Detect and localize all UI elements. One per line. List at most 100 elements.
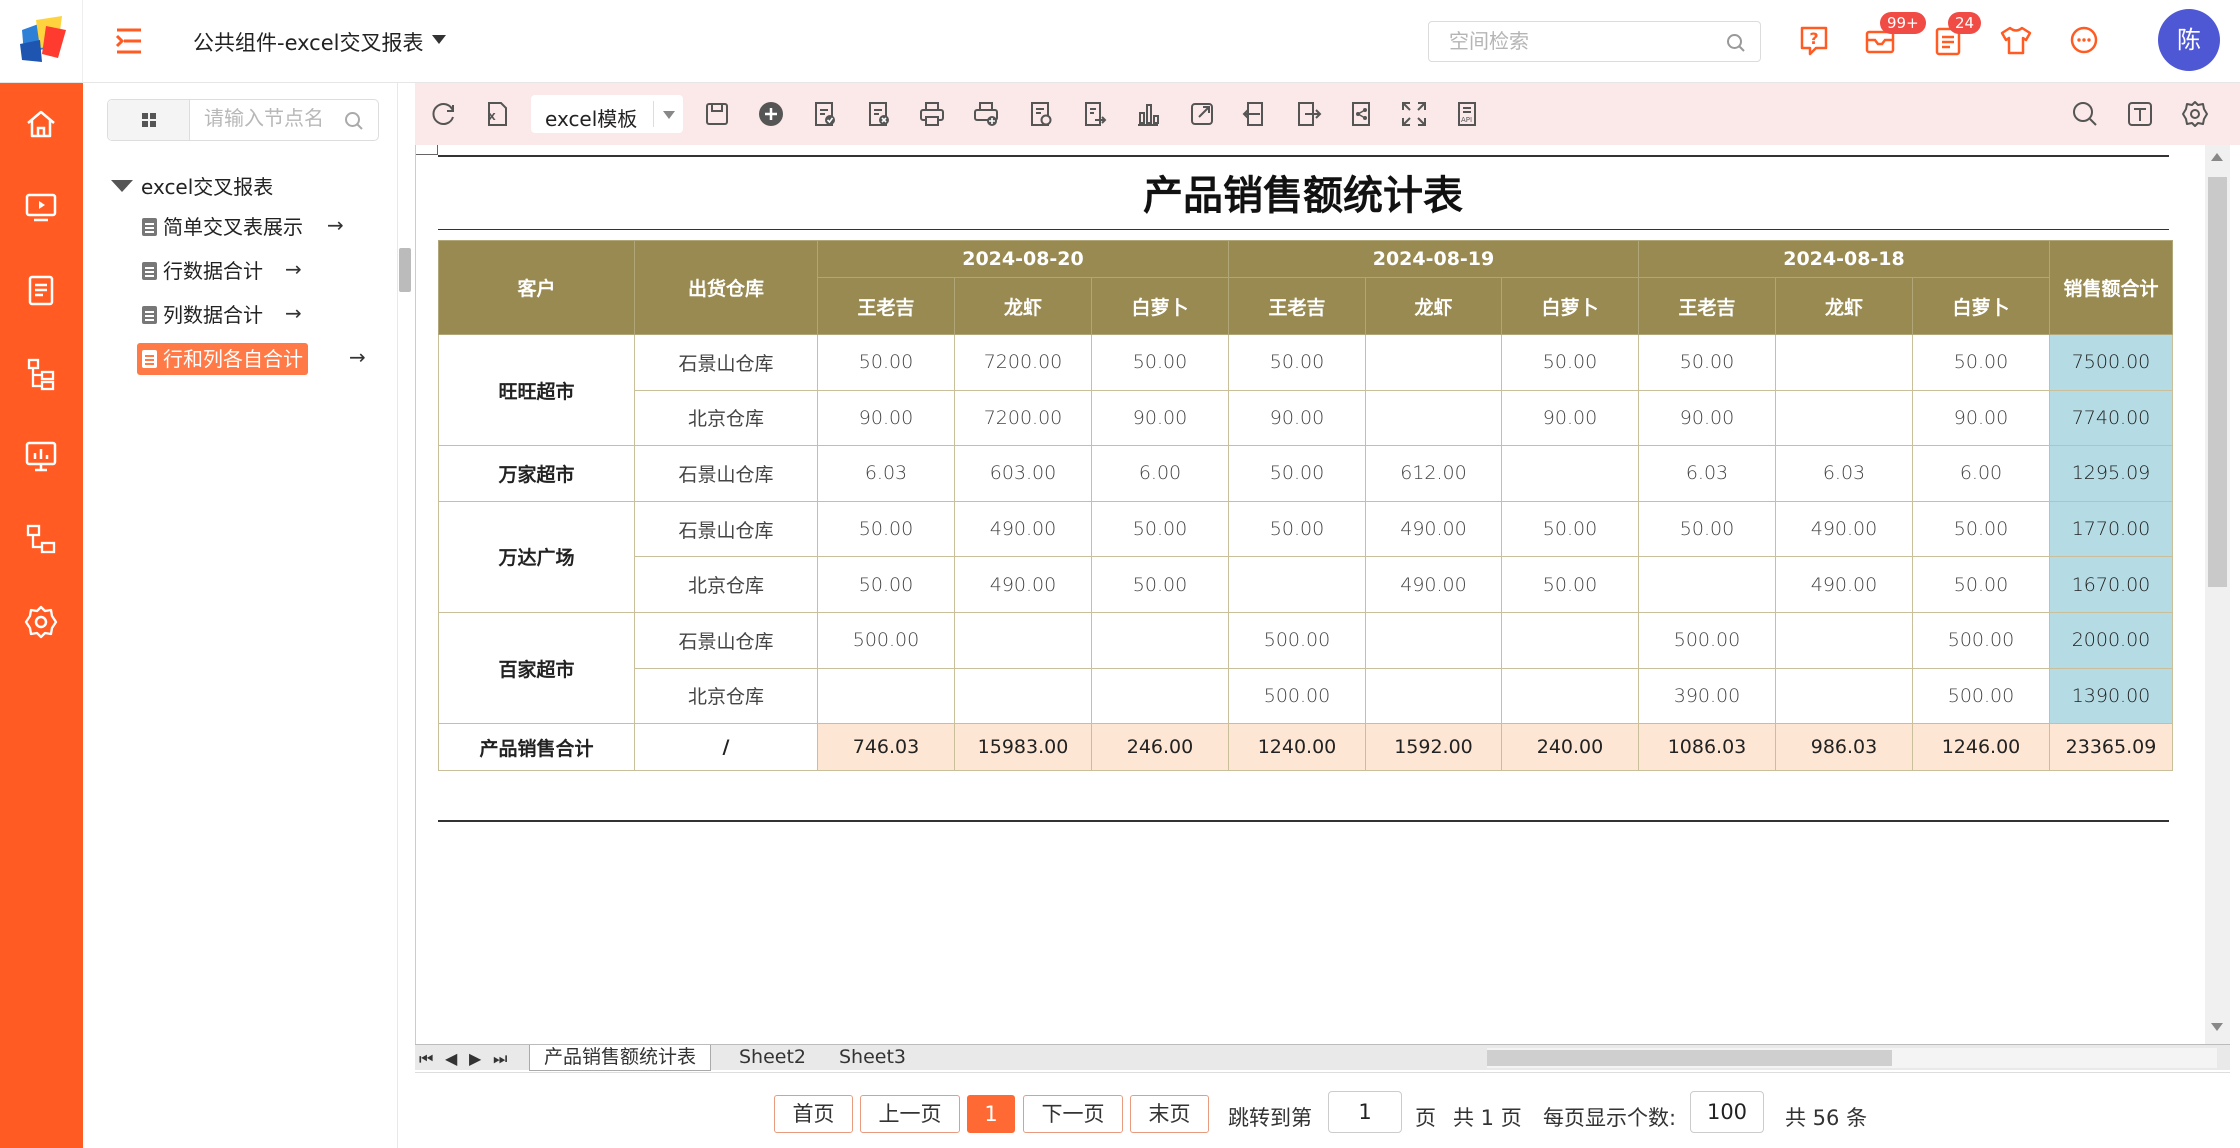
value-cell[interactable]: 6.03 <box>1775 445 1913 502</box>
header-customer[interactable]: 客户 <box>438 240 635 335</box>
value-cell[interactable]: 603.00 <box>954 445 1092 502</box>
value-cell[interactable]: 50.00 <box>1228 500 1366 558</box>
value-cell[interactable]: 90.00 <box>1091 389 1229 447</box>
vertical-scrollbar[interactable] <box>2205 145 2230 1045</box>
header-date[interactable]: 2024-08-19 <box>1228 240 1639 278</box>
user-avatar[interactable]: 陈 <box>2158 9 2220 71</box>
value-cell[interactable]: 50.00 <box>1638 500 1776 558</box>
rail-screen[interactable] <box>20 186 62 228</box>
value-cell[interactable] <box>1365 667 1502 725</box>
chat-button[interactable] <box>2066 22 2102 58</box>
value-cell[interactable]: 7200.00 <box>954 389 1092 447</box>
value-cell[interactable]: 7200.00 <box>954 334 1092 391</box>
api-doc-icon[interactable]: API <box>1452 99 1482 129</box>
tree-root-node[interactable]: excel交叉报表 <box>111 171 273 200</box>
value-cell[interactable]: 50.00 <box>1228 334 1366 391</box>
value-cell[interactable] <box>1501 445 1639 502</box>
warehouse-cell[interactable]: 石景山仓库 <box>634 500 818 558</box>
arrow-right-icon[interactable]: → <box>327 213 344 237</box>
summary-warehouse-cell[interactable]: / <box>634 723 818 772</box>
value-cell[interactable]: 500.00 <box>1912 611 2050 669</box>
jump-page-input[interactable] <box>1328 1091 1402 1133</box>
last-page-button[interactable]: 末页 <box>1130 1095 1209 1133</box>
grand-total-cell[interactable]: 23365.09 <box>2049 723 2173 772</box>
template-select[interactable]: excel模板 <box>531 95 683 133</box>
value-cell[interactable]: 50.00 <box>1501 500 1639 558</box>
doc-export-icon[interactable] <box>1079 99 1109 129</box>
warehouse-cell[interactable]: 石景山仓库 <box>634 334 818 391</box>
horizontal-scroll-thumb[interactable] <box>1487 1050 1892 1066</box>
rail-home[interactable] <box>20 103 62 145</box>
customer-cell[interactable]: 旺旺超市 <box>438 333 635 447</box>
sheet-corner[interactable] <box>416 145 438 155</box>
excel-export-icon[interactable]: X <box>482 99 512 129</box>
value-cell[interactable] <box>954 611 1092 669</box>
header-total[interactable]: 销售额合计 <box>2049 240 2173 335</box>
doc-delete-icon[interactable] <box>863 99 893 129</box>
header-date[interactable]: 2024-08-20 <box>817 240 1229 278</box>
value-cell[interactable]: 50.00 <box>1091 334 1229 391</box>
value-cell[interactable]: 90.00 <box>1912 389 2050 447</box>
last-sheet-icon[interactable]: ⏭ <box>493 1049 507 1069</box>
title-dropdown-caret-icon[interactable] <box>432 35 446 44</box>
warehouse-cell[interactable]: 北京仓库 <box>634 667 818 725</box>
value-cell[interactable]: 500.00 <box>1912 667 2050 725</box>
value-cell[interactable]: 50.00 <box>1091 556 1229 613</box>
row-total-cell[interactable]: 1390.00 <box>2049 667 2173 725</box>
add-circle-icon[interactable] <box>756 99 786 129</box>
theme-button[interactable] <box>1998 22 2034 58</box>
value-cell[interactable]: 90.00 <box>817 389 955 447</box>
value-cell[interactable]: 500.00 <box>1228 611 1366 669</box>
header-product[interactable]: 王老吉 <box>1638 277 1776 335</box>
tree-item-row-col-sum[interactable]: 行和列各自合计 <box>137 343 308 375</box>
value-cell[interactable] <box>1775 334 1913 391</box>
warehouse-cell[interactable]: 石景山仓库 <box>634 445 818 502</box>
rail-flow[interactable] <box>20 518 62 560</box>
menu-toggle-button[interactable] <box>114 24 144 58</box>
value-cell[interactable]: 50.00 <box>1638 334 1776 391</box>
tree-item-col-sum[interactable]: 列数据合计 <box>137 299 268 331</box>
search-icon[interactable] <box>344 111 364 131</box>
value-cell[interactable]: 50.00 <box>1912 334 2050 391</box>
header-date[interactable]: 2024-08-18 <box>1638 240 2050 278</box>
prev-page-button[interactable]: 上一页 <box>860 1095 960 1133</box>
value-cell[interactable] <box>1775 389 1913 447</box>
value-cell[interactable] <box>1775 667 1913 725</box>
rail-tasks[interactable] <box>20 269 62 311</box>
global-search-input[interactable] <box>1449 28 1709 56</box>
customer-cell[interactable]: 万达广场 <box>438 500 635 613</box>
sheet-tab-3[interactable]: Sheet3 <box>825 1045 920 1071</box>
next-page-button[interactable]: 下一页 <box>1023 1095 1123 1133</box>
search-icon[interactable] <box>2070 99 2100 129</box>
summary-value-cell[interactable]: 1592.00 <box>1365 723 1502 772</box>
row-total-cell[interactable]: 2000.00 <box>2049 611 2173 669</box>
tree-item-row-sum[interactable]: 行数据合计 <box>137 255 268 287</box>
value-cell[interactable]: 490.00 <box>1775 500 1913 558</box>
share-out-icon[interactable] <box>1187 99 1217 129</box>
app-title[interactable]: 公共组件-excel交叉报表 <box>193 27 424 57</box>
header-product[interactable]: 白萝卜 <box>1091 277 1229 335</box>
tasks-button[interactable]: 24 <box>1930 12 1982 58</box>
prev-sheet-icon[interactable]: ◀ <box>445 1049 457 1068</box>
row-total-cell[interactable]: 1770.00 <box>2049 500 2173 558</box>
value-cell[interactable]: 390.00 <box>1638 667 1776 725</box>
value-cell[interactable]: 50.00 <box>1912 556 2050 613</box>
value-cell[interactable]: 490.00 <box>954 556 1092 613</box>
header-product[interactable]: 龙虾 <box>1775 277 1913 335</box>
arrow-right-icon[interactable]: → <box>349 345 366 369</box>
value-cell[interactable]: 90.00 <box>1228 389 1366 447</box>
app-logo[interactable] <box>0 0 83 83</box>
sheet-tab-2[interactable]: Sheet2 <box>725 1045 820 1071</box>
summary-value-cell[interactable]: 240.00 <box>1501 723 1639 772</box>
value-cell[interactable] <box>1365 611 1502 669</box>
value-cell[interactable]: 50.00 <box>1501 334 1639 391</box>
value-cell[interactable] <box>1365 389 1502 447</box>
fullscreen-icon[interactable] <box>1399 99 1429 129</box>
value-cell[interactable] <box>954 667 1092 725</box>
warehouse-cell[interactable]: 北京仓库 <box>634 556 818 613</box>
header-product[interactable]: 龙虾 <box>1365 277 1502 335</box>
print-add-icon[interactable] <box>971 99 1001 129</box>
arrow-right-icon[interactable]: → <box>285 301 302 325</box>
horizontal-scrollbar[interactable] <box>1487 1048 2217 1068</box>
rail-settings[interactable] <box>20 601 62 643</box>
